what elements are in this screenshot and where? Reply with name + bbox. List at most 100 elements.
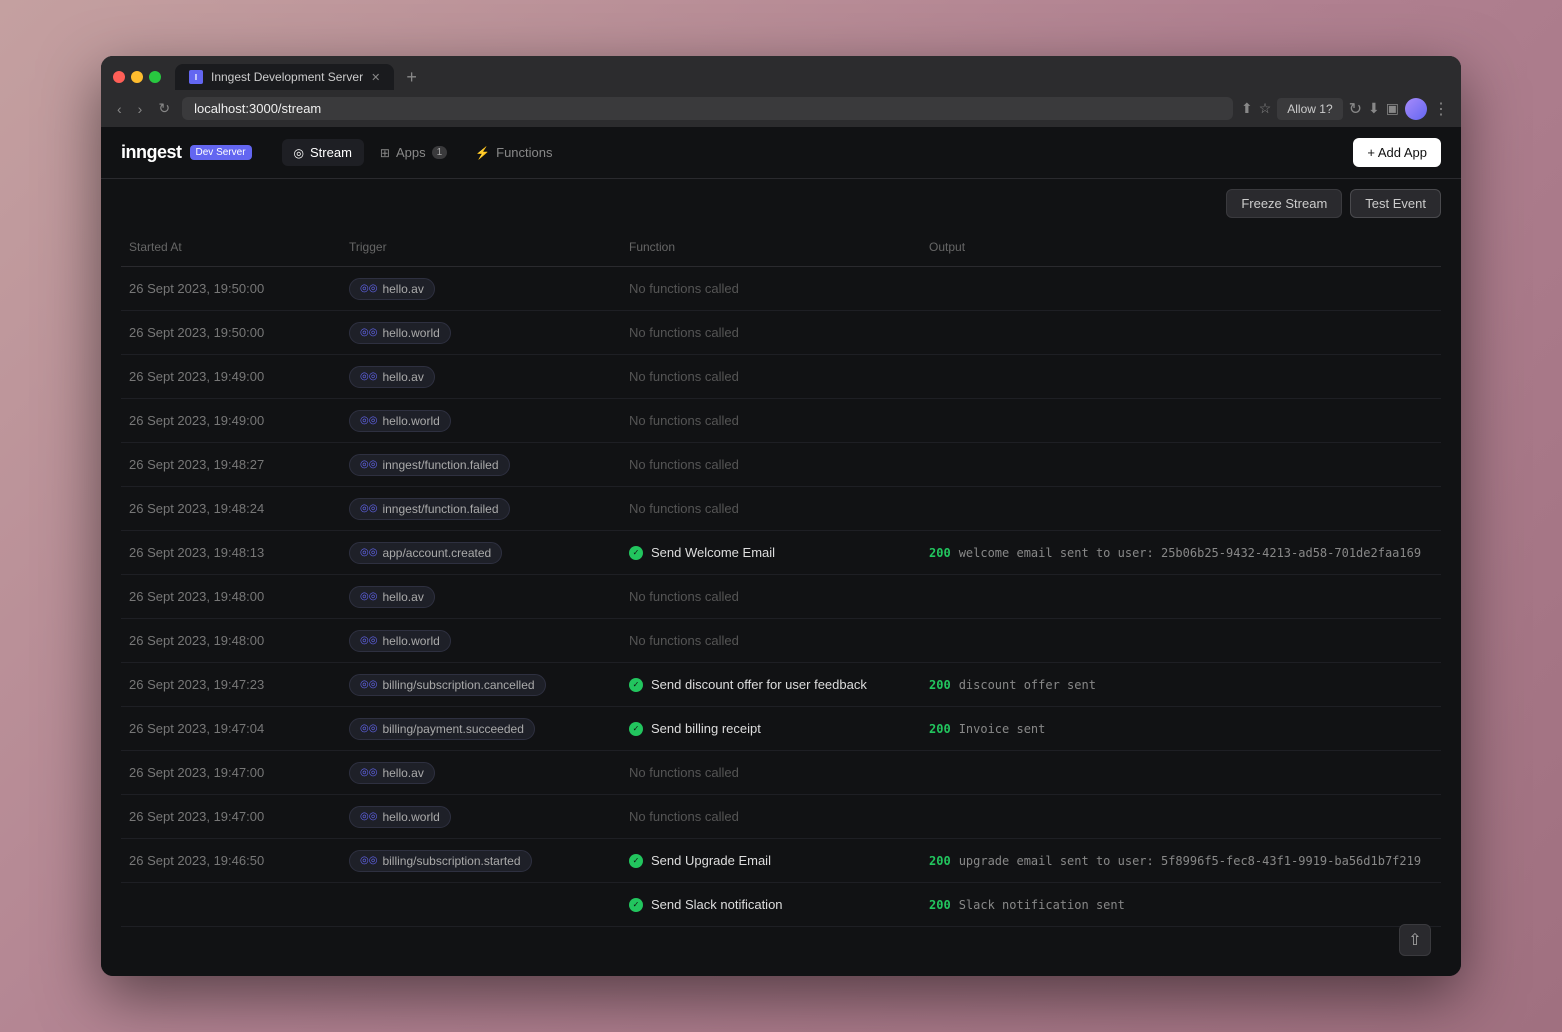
table-row[interactable]: 26 Sept 2023, 19:46:50◎◎billing/subscrip… <box>121 839 1441 883</box>
table-row[interactable]: 26 Sept 2023, 19:48:27 ◎◎inngest/function… <box>121 443 1441 487</box>
header-function: Function <box>621 236 921 258</box>
trigger-icon: ◎◎ <box>360 327 377 338</box>
close-button[interactable] <box>113 71 125 83</box>
nav-apps[interactable]: ⊞ Apps 1 <box>368 139 459 166</box>
table-row[interactable]: 26 Sept 2023, 19:48:00 ◎◎hello.world No fu… <box>121 619 1441 663</box>
cell-started-at <box>121 895 341 915</box>
cell-started-at: 26 Sept 2023, 19:48:27 <box>121 447 341 482</box>
trigger-icon: ◎◎ <box>360 591 377 602</box>
cell-function: No functions called <box>621 491 921 526</box>
cell-trigger: ◎◎hello.av <box>341 356 621 398</box>
table-row[interactable]: 26 Sept 2023, 19:49:00◎◎hello.avNo funct… <box>121 355 1441 399</box>
stream-table[interactable]: Started At Trigger Function Output 26 Se… <box>101 228 1461 927</box>
trigger-badge[interactable]: ◎◎app/account.created <box>349 542 502 564</box>
trigger-badge[interactable]: ◎◎hello.av <box>349 586 435 608</box>
trigger-badge[interactable]: ◎◎inngest/function.failed <box>349 454 510 476</box>
maximize-button[interactable] <box>149 71 161 83</box>
cell-started-at: 26 Sept 2023, 19:48:24 <box>121 491 341 526</box>
function-info: Send Welcome Email <box>629 545 913 560</box>
cell-trigger: ◎◎hello.world <box>341 620 621 662</box>
cell-trigger: ◎◎hello.av <box>341 752 621 794</box>
trigger-badge[interactable]: ◎◎ hello.av <box>349 278 435 300</box>
table-row[interactable]: 26 Sept 2023, 19:50:00◎◎hello.worldNo fu… <box>121 311 1441 355</box>
refresh-button[interactable]: ↻ <box>154 96 174 121</box>
trigger-icon: ◎◎ <box>360 283 377 294</box>
cell-output <box>921 411 1441 431</box>
trigger-icon: ◎◎ <box>360 811 377 822</box>
function-info: Send Upgrade Email <box>629 853 913 868</box>
sidebar-button[interactable]: ▣ <box>1386 100 1399 117</box>
trigger-badge[interactable]: ◎◎ hello.world <box>349 322 451 344</box>
table-row[interactable]: 26 Sept 2023, 19:47:00◎◎hello.avNo funct… <box>121 751 1441 795</box>
app-header: inngest Dev Server ◎ Stream ⊞ Apps 1 ⚡ F… <box>101 127 1461 179</box>
tab-close-button[interactable]: ✕ <box>371 71 380 84</box>
trigger-badge[interactable]: ◎◎hello.world <box>349 630 451 652</box>
freeze-stream-button[interactable]: Freeze Stream <box>1226 189 1342 218</box>
browser-window: I Inngest Development Server ✕ + ‹ › ↻ ⬆… <box>101 56 1461 976</box>
cell-function: Send Slack notification <box>621 887 921 922</box>
cell-output <box>921 455 1441 475</box>
trigger-label: hello.world <box>382 326 439 340</box>
cell-started-at: 26 Sept 2023, 19:47:00 <box>121 799 341 834</box>
nav-functions[interactable]: ⚡ Functions <box>463 139 564 166</box>
menu-button[interactable]: ⋮ <box>1433 99 1449 119</box>
user-avatar[interactable] <box>1405 98 1427 120</box>
share-button[interactable]: ⬆ <box>1241 100 1253 117</box>
cell-started-at: 26 Sept 2023, 19:48:13 <box>121 535 341 570</box>
download-button[interactable]: ⬇ <box>1368 100 1380 117</box>
new-tab-button[interactable]: + <box>398 68 425 86</box>
table-row[interactable]: 26 Sept 2023, 19:47:00◎◎hello.worldNo fu… <box>121 795 1441 839</box>
nav-stream-label: Stream <box>310 145 352 160</box>
cell-output: 200Invoice sent <box>921 712 1441 746</box>
trigger-badge[interactable]: ◎◎billing/subscription.started <box>349 850 532 872</box>
table-row[interactable]: 26 Sept 2023, 19:48:13 ◎◎app/account.crea… <box>121 531 1441 575</box>
trigger-badge[interactable]: ◎◎hello.av <box>349 366 435 388</box>
table-row[interactable]: 26 Sept 2023, 19:50:00◎◎hello.avNo funct… <box>121 267 1441 311</box>
allow-button[interactable]: Allow 1? <box>1277 98 1342 120</box>
table-header: Started At Trigger Function Output <box>121 228 1441 267</box>
cell-started-at: 26 Sept 2023, 19:47:00 <box>121 755 341 790</box>
address-bar[interactable] <box>182 97 1233 120</box>
extensions-button[interactable]: ↻ <box>1349 99 1362 119</box>
table-row[interactable]: 26 Sept 2023, 19:48:00◎◎hello.avNo funct… <box>121 575 1441 619</box>
table-row[interactable]: 26 Sept 2023, 19:49:00◎◎hello.worldNo fu… <box>121 399 1441 443</box>
trigger-badge[interactable]: ◎◎hello.av <box>349 762 435 784</box>
output-status: 200 <box>929 898 951 912</box>
forward-button[interactable]: › <box>134 97 147 121</box>
scroll-to-top-button[interactable]: ⇧ <box>1399 924 1431 956</box>
cell-started-at: 26 Sept 2023, 19:49:00 <box>121 359 341 394</box>
back-button[interactable]: ‹ <box>113 97 126 121</box>
no-function-label: No functions called <box>629 325 913 340</box>
cell-trigger: ◎◎app/account.created <box>341 532 621 574</box>
test-event-button[interactable]: Test Event <box>1350 189 1441 218</box>
trigger-label: billing/payment.succeeded <box>382 722 523 736</box>
cell-function: No functions called <box>621 623 921 658</box>
header-right: + Add App <box>1353 138 1441 167</box>
cell-trigger: ◎◎ hello.av <box>341 268 621 310</box>
bookmark-button[interactable]: ☆ <box>1259 100 1272 117</box>
header-started-at: Started At <box>121 236 341 258</box>
function-name: Send Welcome Email <box>651 545 775 560</box>
trigger-badge[interactable]: ◎◎inngest/function.failed <box>349 498 510 520</box>
logo-badge: Dev Server <box>190 145 252 160</box>
cell-started-at: 26 Sept 2023, 19:48:00 <box>121 623 341 658</box>
cell-output <box>921 587 1441 607</box>
trigger-icon: ◎◎ <box>360 371 377 382</box>
traffic-lights <box>113 71 161 83</box>
trigger-label: billing/subscription.started <box>382 854 520 868</box>
minimize-button[interactable] <box>131 71 143 83</box>
trigger-label: hello.av <box>382 282 423 296</box>
trigger-badge[interactable]: ◎◎hello.world <box>349 410 451 432</box>
cell-function: No functions called <box>621 403 921 438</box>
table-row[interactable]: 26 Sept 2023, 19:48:24 ◎◎inngest/function… <box>121 487 1441 531</box>
trigger-badge[interactable]: ◎◎hello.world <box>349 806 451 828</box>
add-app-button[interactable]: + Add App <box>1353 138 1441 167</box>
table-row[interactable]: 26 Sept 2023, 19:47:04◎◎billing/payment.… <box>121 707 1441 751</box>
browser-tab[interactable]: I Inngest Development Server ✕ <box>175 64 394 90</box>
trigger-badge[interactable]: ◎◎billing/subscription.cancelled <box>349 674 546 696</box>
nav-stream[interactable]: ◎ Stream <box>282 139 364 166</box>
trigger-badge[interactable]: ◎◎billing/payment.succeeded <box>349 718 535 740</box>
apps-badge: 1 <box>432 146 448 159</box>
table-row[interactable]: Send Slack notification200Slack notifica… <box>121 883 1441 927</box>
table-row[interactable]: 26 Sept 2023, 19:47:23◎◎billing/subscrip… <box>121 663 1441 707</box>
